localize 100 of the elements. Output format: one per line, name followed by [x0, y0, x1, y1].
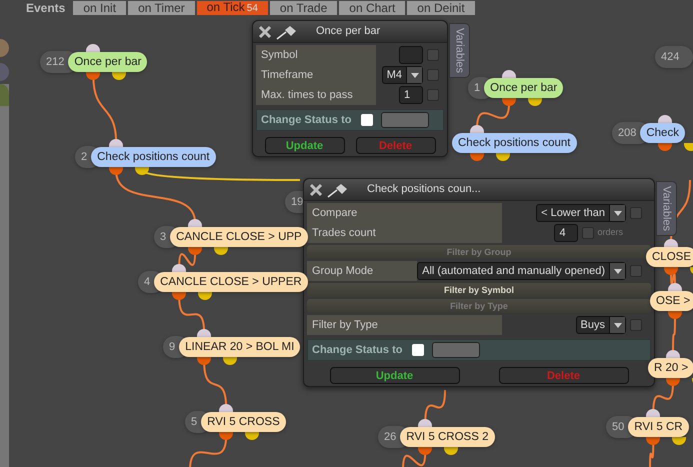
node-number: 424 [655, 46, 693, 68]
close-icon[interactable] [309, 182, 323, 196]
input-port[interactable] [666, 350, 680, 358]
connector-line [178, 250, 196, 268]
section-header[interactable]: Filter by Symbol [307, 283, 651, 297]
output-port[interactable] [502, 98, 516, 106]
input-field[interactable]: 1 [399, 86, 423, 104]
input-port[interactable] [172, 264, 186, 272]
node-label[interactable]: Check [640, 123, 685, 143]
update-button[interactable]: Update [330, 367, 460, 384]
checkbox[interactable] [361, 114, 374, 126]
output-port[interactable] [198, 292, 212, 300]
input-port[interactable] [197, 329, 212, 337]
color-swatch[interactable] [432, 342, 480, 358]
caret-icon [614, 210, 622, 216]
input-port[interactable] [188, 219, 202, 227]
event-tab[interactable]: on Chart [339, 1, 406, 15]
input-field[interactable]: 4 [554, 224, 578, 242]
input-port[interactable] [470, 125, 484, 133]
field-label: Symbol [256, 45, 376, 65]
output-port[interactable] [86, 72, 100, 80]
event-tab[interactable]: on Trade [270, 1, 338, 15]
input-port[interactable] [109, 139, 124, 147]
output-port[interactable] [444, 447, 458, 455]
output-port[interactable] [214, 247, 228, 255]
checkbox[interactable] [630, 319, 642, 331]
output-port[interactable] [172, 292, 186, 300]
output-port[interactable] [666, 378, 680, 386]
input-port[interactable] [418, 419, 432, 427]
field-label: Compare [307, 203, 502, 223]
node-label[interactable]: OSE > [650, 291, 693, 311]
panel-title: Check positions coun... [367, 182, 481, 198]
field-label: Max. times to pass [256, 85, 376, 105]
panel-title: Once per bar [316, 24, 380, 40]
node-label[interactable]: CLOSE [646, 247, 693, 267]
event-tab[interactable]: on Tick 54 [196, 1, 268, 15]
input-field[interactable] [399, 46, 423, 64]
input-port[interactable] [219, 404, 234, 412]
node-label[interactable]: RVI 5 CR [628, 417, 689, 437]
output-port[interactable] [672, 437, 686, 445]
node-label[interactable]: Check positions count [452, 133, 577, 153]
output-port[interactable] [658, 143, 672, 151]
output-port[interactable] [197, 357, 212, 365]
output-port[interactable] [112, 72, 126, 80]
input-port[interactable] [668, 283, 682, 291]
output-port[interactable] [245, 432, 260, 440]
node-label[interactable]: Once per bar [484, 78, 564, 98]
output-port[interactable] [496, 153, 510, 161]
color-swatch[interactable] [381, 112, 430, 128]
field-label: Filter by Type [307, 315, 502, 335]
output-port[interactable] [418, 447, 432, 455]
field-label: Trades count [307, 223, 502, 243]
pin-icon[interactable] [276, 24, 298, 40]
node-label[interactable]: RVI 5 CROSS [201, 412, 286, 432]
node-label[interactable]: Once per bar [68, 52, 148, 72]
checkbox[interactable] [427, 89, 439, 101]
output-port[interactable] [664, 267, 678, 275]
node-label[interactable]: CANCLE CLOSE > UPP [170, 227, 308, 247]
input-port[interactable] [658, 115, 672, 123]
node-label[interactable]: LINEAR 20 > BOL MI [179, 337, 300, 357]
close-icon[interactable] [258, 24, 272, 38]
checkbox[interactable] [630, 207, 642, 219]
dropdown[interactable]: All (automated and manually opened) [417, 262, 626, 280]
dropdown[interactable]: < Lower than [536, 204, 626, 222]
output-port[interactable] [668, 311, 682, 319]
output-port[interactable] [109, 167, 124, 175]
node-label[interactable]: RVI 5 CROSS 2 [400, 427, 494, 447]
output-port[interactable] [470, 153, 484, 161]
output-port[interactable] [528, 98, 542, 106]
section-label: Events [25, 1, 66, 15]
input-port[interactable] [664, 239, 678, 247]
node-label[interactable]: Check positions count [91, 147, 216, 167]
field-label: Timeframe [256, 65, 376, 85]
node-label[interactable]: CANCLE CLOSE > UPPER [154, 272, 308, 292]
dropdown[interactable]: Buys [576, 316, 626, 334]
output-port[interactable] [188, 247, 202, 255]
output-port[interactable] [646, 437, 660, 445]
status-label: Change Status to [261, 112, 352, 128]
caret-icon [410, 72, 418, 78]
dropdown[interactable]: M4 [382, 66, 423, 84]
checkbox[interactable] [427, 49, 439, 61]
output-port[interactable] [223, 357, 238, 365]
node-label[interactable]: R 20 > [648, 358, 693, 378]
output-port[interactable] [135, 167, 150, 175]
input-port[interactable] [646, 409, 660, 417]
pin-icon[interactable] [327, 182, 349, 198]
unit-label: orders [597, 226, 623, 240]
event-tab[interactable]: on Timer [128, 1, 195, 15]
input-port[interactable] [86, 44, 100, 52]
field-label: Group Mode [307, 261, 418, 281]
event-tab[interactable]: on Init [73, 1, 126, 15]
checkbox[interactable] [412, 344, 424, 356]
checkbox[interactable] [630, 265, 642, 277]
output-port[interactable] [219, 432, 234, 440]
update-button[interactable]: Update [264, 137, 344, 154]
event-tab[interactable]: on Deinit [407, 1, 475, 15]
checkbox[interactable] [427, 69, 439, 81]
caret-icon [614, 268, 622, 274]
checkbox[interactable] [582, 227, 594, 239]
input-port[interactable] [502, 70, 516, 78]
